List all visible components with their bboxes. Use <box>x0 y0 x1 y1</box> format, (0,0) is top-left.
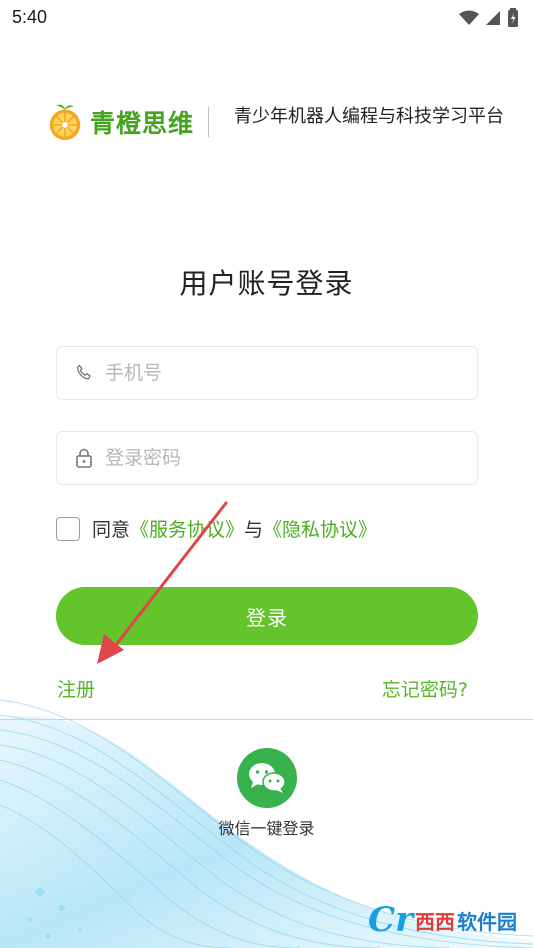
agreement-row: 同意 《服务协议》 与 《隐私协议》 <box>56 515 377 542</box>
wechat-login-label: 微信一键登录 <box>218 819 315 838</box>
wechat-login-button[interactable] <box>237 748 297 808</box>
privacy-agreement-link[interactable]: 《隐私协议》 <box>263 515 377 542</box>
forgot-password-link[interactable]: 忘记密码? <box>382 675 468 702</box>
phone-icon <box>73 362 95 384</box>
phone-field[interactable] <box>56 346 478 400</box>
lock-icon <box>73 447 95 469</box>
agree-checkbox[interactable] <box>56 516 80 541</box>
login-button[interactable]: 登录 <box>56 587 478 645</box>
status-time: 5:40 <box>12 7 48 27</box>
password-input[interactable] <box>103 446 447 470</box>
watermark-logo-icon: Cr <box>368 900 413 940</box>
phone-input[interactable] <box>103 361 447 385</box>
brand-slogan: 青少年机器人编程与科技学习平台 <box>234 106 504 127</box>
wechat-icon <box>249 763 286 793</box>
brand-name: 青橙思维 <box>90 109 195 138</box>
site-watermark: Cr 西西 软件园 <box>368 900 517 940</box>
status-bar: 5:40 <box>0 0 533 38</box>
brand-divider <box>208 107 210 137</box>
wifi-icon <box>459 10 479 25</box>
watermark-part-b: 软件园 <box>457 909 517 934</box>
agree-prefix: 同意 <box>92 519 131 541</box>
service-agreement-link[interactable]: 《服务协议》 <box>130 515 244 542</box>
brand: 青橙思维 <box>46 103 219 141</box>
battery-icon <box>508 8 518 27</box>
page-title: 用户账号登录 <box>179 267 354 300</box>
password-field[interactable] <box>56 431 478 485</box>
status-icons <box>459 8 519 28</box>
register-link[interactable]: 注册 <box>57 675 95 702</box>
section-divider <box>0 719 533 720</box>
agree-and: 与 <box>244 519 264 541</box>
orange-logo-icon <box>49 104 81 141</box>
watermark-part-a: 西西 <box>415 909 455 934</box>
signal-icon <box>486 11 500 25</box>
